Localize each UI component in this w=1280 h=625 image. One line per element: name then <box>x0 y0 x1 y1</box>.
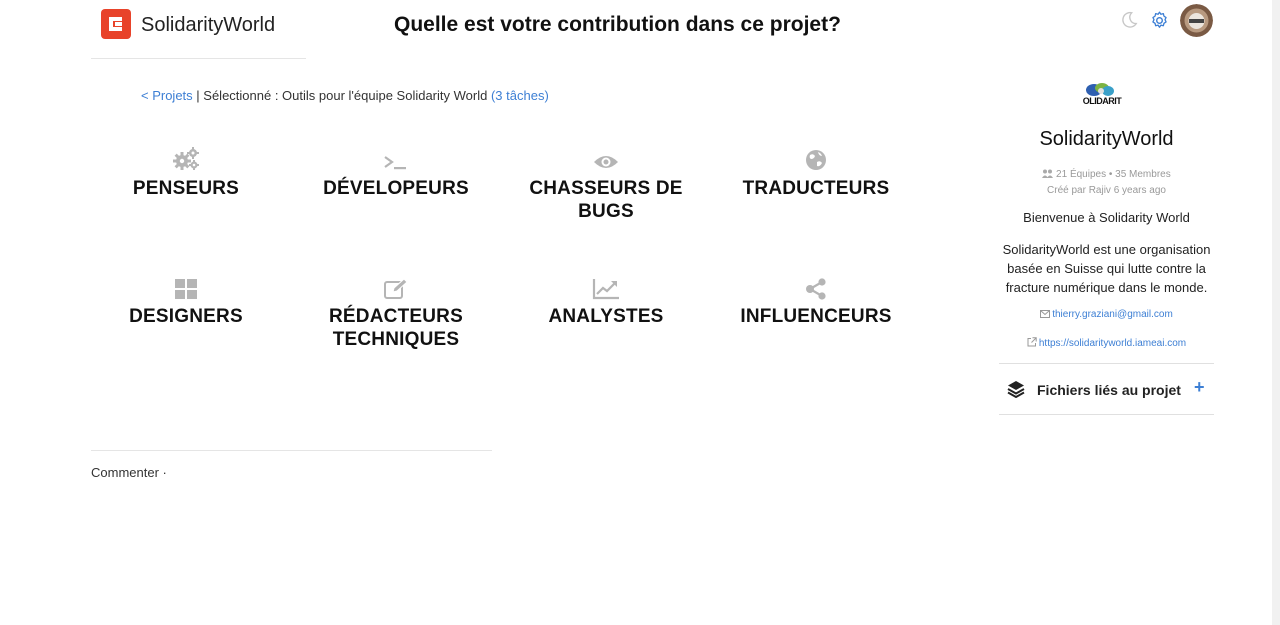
eye-icon <box>501 144 711 172</box>
gear-icon[interactable] <box>1149 10 1170 36</box>
role-label: CHASSEURS DE BUGS <box>529 178 683 222</box>
role-label: ANALYSTES <box>548 306 664 327</box>
app-logo[interactable] <box>101 9 131 39</box>
share-icon <box>711 272 921 300</box>
organization-stats: 21 Équipes • 35 Membres <box>1000 167 1213 183</box>
organization-welcome: Bienvenue à Solidarity World <box>1023 210 1190 225</box>
organization-description: SolidarityWorld est une organisation bas… <box>1002 242 1211 295</box>
layers-icon <box>1007 380 1025 403</box>
task-count-link[interactable]: (3 tâches) <box>491 88 549 103</box>
organization-logo: OLIDARIT <box>1080 82 1122 116</box>
grid-icon <box>81 272 291 300</box>
role-card-redacteurs-techniques[interactable]: RÉDACTEURS TECHNIQUES <box>291 272 501 351</box>
project-files-title[interactable]: Fichiers liés au projet <box>1037 382 1181 398</box>
avatar[interactable] <box>1180 4 1213 37</box>
organization-website-text[interactable]: https://solidarityworld.iameai.com <box>1039 338 1186 349</box>
role-label: DESIGNERS <box>129 306 243 327</box>
role-card-analystes[interactable]: ANALYSTES <box>501 272 711 328</box>
line-chart-icon <box>501 272 711 300</box>
edit-icon <box>291 272 501 300</box>
breadcrumb-separator: | <box>192 88 204 103</box>
page-title: Quelle est votre contribution dans ce pr… <box>394 13 841 36</box>
files-bottom-divider <box>999 414 1214 415</box>
organization-created: Créé par Rajiv 6 years ago <box>1047 185 1166 196</box>
organization-name: SolidarityWorld <box>1039 128 1174 150</box>
scrollbar[interactable] <box>1272 0 1280 625</box>
users-icon <box>1042 168 1054 183</box>
role-card-developeurs[interactable]: DÉVELOPEURS <box>291 144 501 200</box>
add-file-button[interactable]: + <box>1194 377 1205 398</box>
breadcrumb: < Projets | Sélectionné : Outils pour l'… <box>141 88 549 103</box>
cogs-icon <box>81 144 291 172</box>
role-card-traducteurs[interactable]: TRADUCTEURS <box>711 144 921 200</box>
files-top-divider <box>999 363 1214 364</box>
organization-email-text[interactable]: thierry.graziani@gmail.com <box>1052 309 1173 320</box>
comments-divider <box>91 450 492 451</box>
globe-icon <box>711 144 921 172</box>
organization-website[interactable]: https://solidarityworld.iameai.com <box>1000 337 1213 350</box>
role-label: INFLUENCEURS <box>740 306 892 327</box>
role-card-designers[interactable]: DESIGNERS <box>81 272 291 328</box>
back-to-projects-link[interactable]: < Projets <box>141 88 193 103</box>
envelope-icon <box>1040 310 1051 321</box>
organization-email[interactable]: thierry.graziani@gmail.com <box>1000 309 1213 321</box>
role-card-influenceurs[interactable]: INFLUENCEURS <box>711 272 921 328</box>
role-label: TRADUCTEURS <box>742 178 890 199</box>
external-link-icon <box>1027 337 1037 350</box>
breadcrumb-selected: Sélectionné : Outils pour l'équipe Solid… <box>203 88 488 103</box>
terminal-icon <box>291 144 501 172</box>
header-divider <box>91 58 306 59</box>
moon-icon[interactable] <box>1120 11 1138 34</box>
role-label: PENSEURS <box>132 178 240 199</box>
comment-link[interactable]: Commenter · <box>91 465 167 480</box>
role-label: RÉDACTEURS TECHNIQUES <box>329 306 463 350</box>
organization-meta: 21 Équipes • 35 Membres Créé par Rajiv 6… <box>1000 167 1213 198</box>
role-card-chasseurs-de-bugs[interactable]: CHASSEURS DE BUGS <box>501 144 711 223</box>
role-card-penseurs[interactable]: PENSEURS <box>81 144 291 200</box>
organization-stats-text: 21 Équipes • 35 Membres <box>1056 169 1171 180</box>
role-label: DÉVELOPEURS <box>323 178 469 199</box>
app-brand[interactable]: SolidarityWorld <box>141 14 275 37</box>
organization-logo-text: OLIDARIT <box>1082 96 1122 106</box>
